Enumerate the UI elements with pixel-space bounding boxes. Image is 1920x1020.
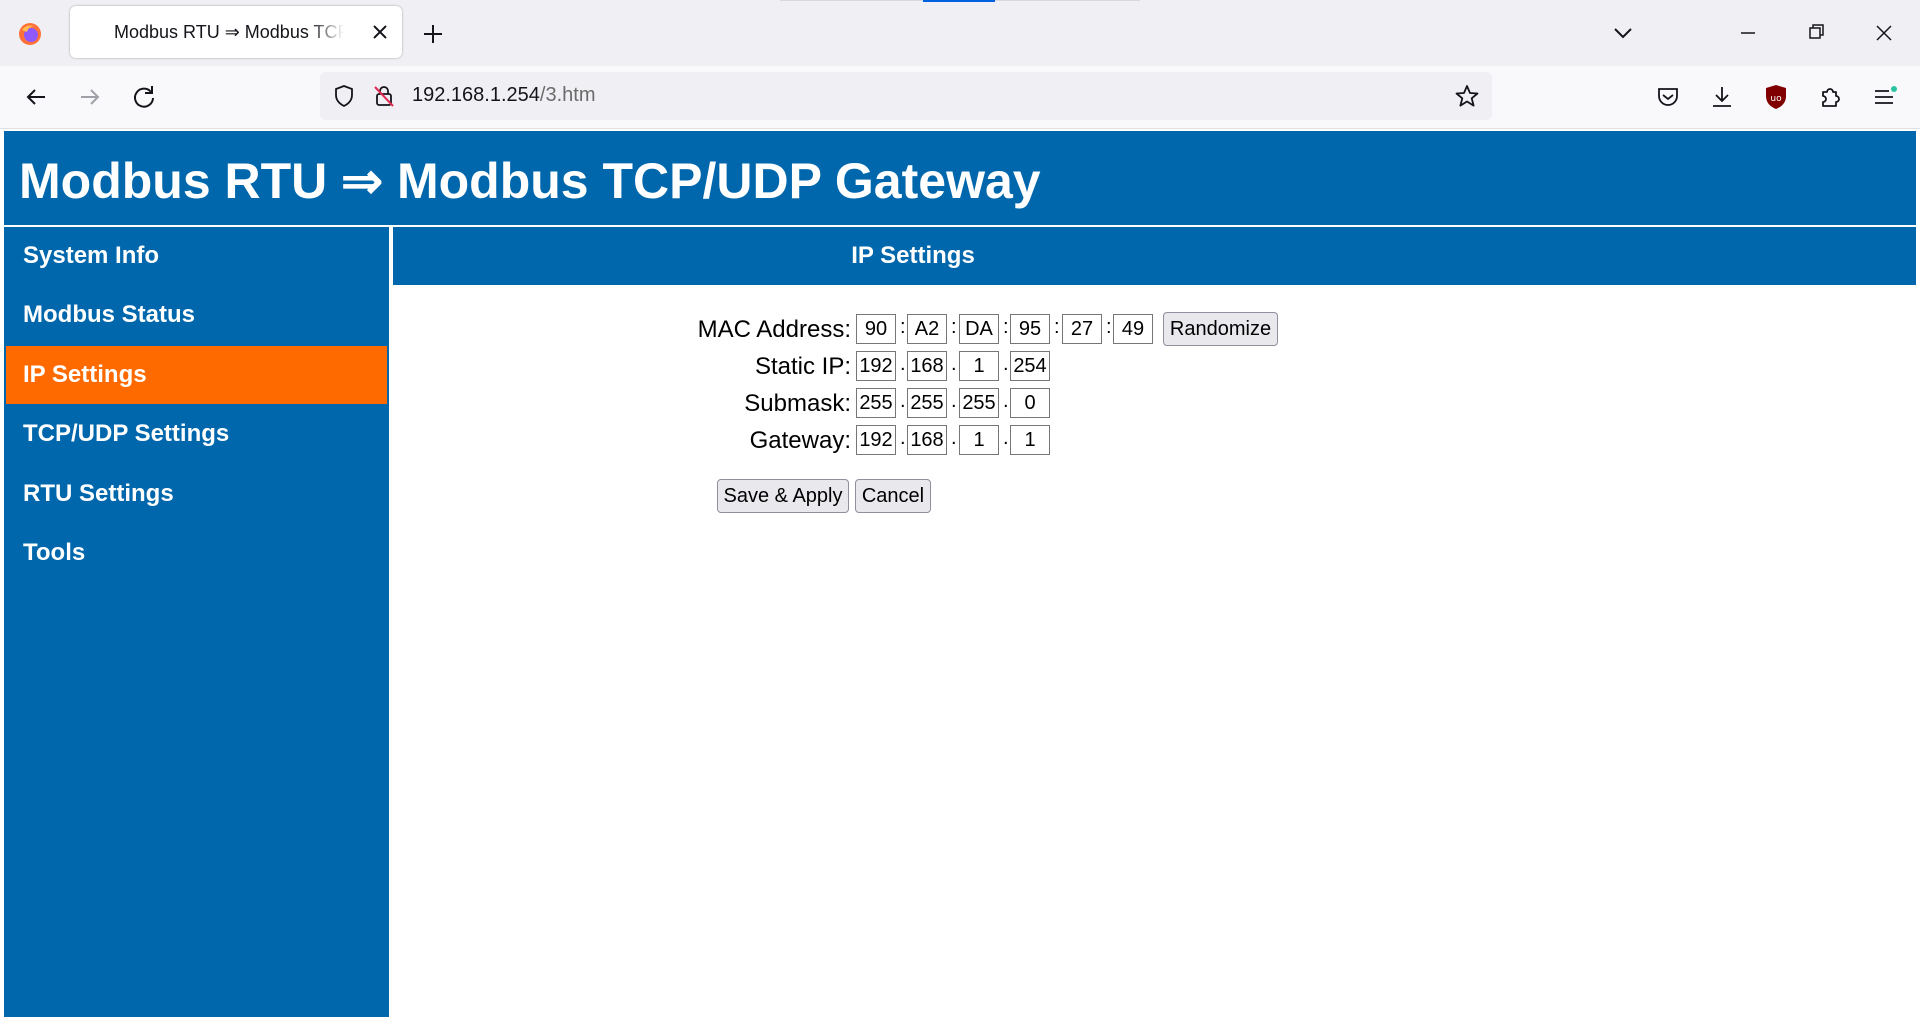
cancel-button[interactable]: Cancel [855,479,931,513]
downloads-icon[interactable] [1707,82,1737,112]
ip-separator: . [951,390,957,412]
mac-octet-5-input[interactable]: 27 [1062,314,1102,344]
submask-octet-4-input[interactable]: 0 [1010,388,1050,418]
submask-label: Submask: [744,390,851,417]
extensions-icon[interactable] [1815,82,1845,112]
url-path: /3.htm [539,84,596,106]
mac-octet-2-input[interactable]: A2 [907,314,947,344]
mac-octet-6-input[interactable]: 49 [1113,314,1153,344]
content-header: IP Settings [393,227,1916,285]
tab-title: Modbus RTU ⇒ Modbus TCP/UDP Gateway [114,22,344,42]
static-ip-label: Static IP: [754,353,851,380]
web-page: Modbus RTU ⇒ Modbus TCP/UDP Gateway Syst… [0,129,1920,1020]
restore-icon[interactable] [1800,22,1832,44]
mac-address-label: MAC Address: [697,316,851,343]
forward-arrow-icon[interactable] [75,82,105,112]
mac-separator: : [1106,316,1112,338]
mac-separator: : [1003,316,1009,338]
url-host: 192.168.1.254 [412,84,540,106]
minimize-icon[interactable] [1732,22,1764,44]
sidebar-item-ip-settings[interactable]: IP Settings [6,346,387,404]
ip-separator: . [1003,390,1009,412]
sidebar: System Info Modbus Status IP Settings TC… [4,227,389,1017]
shield-icon[interactable] [332,84,356,108]
gateway-label: Gateway: [749,427,851,454]
gateway-octet-1-input[interactable]: 192 [856,425,896,455]
content-title: IP Settings [851,242,975,269]
back-arrow-icon[interactable] [21,82,51,112]
ublock-icon[interactable]: uo [1761,82,1791,112]
svg-text:uo: uo [1770,94,1782,104]
bookmark-star-icon[interactable] [1454,83,1480,109]
submask-octet-3-input[interactable]: 255 [959,388,999,418]
ip-separator: . [900,427,906,449]
new-tab-icon[interactable] [420,21,446,47]
sidebar-item-modbus-status[interactable]: Modbus Status [6,286,387,344]
ip-separator: . [1003,427,1009,449]
ip-separator: . [951,353,957,375]
gateway-octet-3-input[interactable]: 1 [959,425,999,455]
mac-octet-3-input[interactable]: DA [959,314,999,344]
close-window-icon[interactable] [1868,20,1900,46]
mac-octet-1-input[interactable]: 90 [856,314,896,344]
mac-separator: : [1054,316,1060,338]
firefox-icon[interactable] [18,22,42,46]
insecure-lock-icon[interactable] [372,84,396,108]
page-title: Modbus RTU ⇒ Modbus TCP/UDP Gateway [19,153,1041,209]
save-apply-button[interactable]: Save & Apply [717,479,849,513]
sidebar-item-rtu-settings[interactable]: RTU Settings [6,465,387,523]
browser-tab-bar: Modbus RTU ⇒ Modbus TCP/UDP Gateway [0,0,1920,66]
sidebar-item-tcp-udp-settings[interactable]: TCP/UDP Settings [6,405,387,463]
active-tab[interactable]: Modbus RTU ⇒ Modbus TCP/UDP Gateway [70,6,402,58]
ip-separator: . [951,427,957,449]
mac-octet-4-input[interactable]: 95 [1010,314,1050,344]
submask-octet-2-input[interactable]: 255 [907,388,947,418]
pocket-icon[interactable] [1653,82,1683,112]
static-ip-octet-3-input[interactable]: 1 [959,351,999,381]
tab-strip-indicator [923,0,995,2]
gateway-octet-2-input[interactable]: 168 [907,425,947,455]
browser-nav-bar: 192.168.1.254/3.htm uo [0,66,1920,129]
ip-separator: . [900,353,906,375]
static-ip-octet-2-input[interactable]: 168 [907,351,947,381]
url-text: 192.168.1.254/3.htm [412,84,595,107]
page-header: Modbus RTU ⇒ Modbus TCP/UDP Gateway [4,131,1916,225]
reload-icon[interactable] [129,82,159,112]
mac-separator: : [900,316,906,338]
ip-separator: . [1003,353,1009,375]
address-bar[interactable]: 192.168.1.254/3.htm [320,72,1492,120]
gateway-octet-4-input[interactable]: 1 [1010,425,1050,455]
menu-icon[interactable] [1869,82,1899,112]
close-tab-icon[interactable] [368,20,392,44]
mac-separator: : [951,316,957,338]
sidebar-item-tools[interactable]: Tools [6,524,387,582]
sidebar-item-system-info[interactable]: System Info [6,227,387,285]
ip-separator: . [900,390,906,412]
static-ip-octet-1-input[interactable]: 192 [856,351,896,381]
randomize-button[interactable]: Randomize [1163,312,1278,346]
static-ip-octet-4-input[interactable]: 254 [1010,351,1050,381]
submask-octet-1-input[interactable]: 255 [856,388,896,418]
list-all-tabs-icon[interactable] [1610,22,1636,44]
